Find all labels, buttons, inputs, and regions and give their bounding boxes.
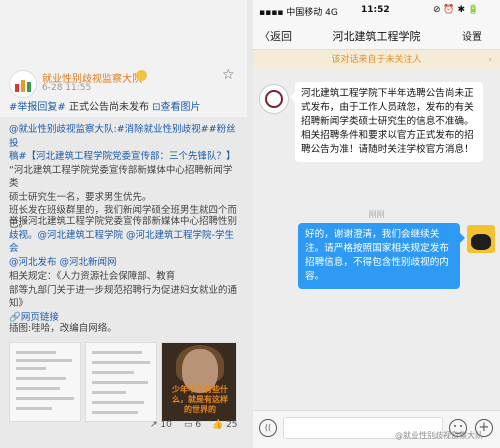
post-actions: ↗ 10 ▭ 6 👍 25 <box>150 420 247 434</box>
time-divider: 刚刚 <box>368 210 385 219</box>
status-bar: ▪▪▪▪ 中国移动 4G 11:52 ⊘ ⏰ ✱ 🔋 <box>253 0 500 20</box>
star-icon[interactable]: ☆ <box>222 67 235 83</box>
repost-button[interactable]: ↗ 10 <box>150 420 172 430</box>
portrait-overlay-text: 少年不了有些什么，就是有这样的世界的 <box>172 385 228 414</box>
nav-bar: 河北建筑工程学院 〈返回 设置 <box>253 20 500 50</box>
post-time: 6-28 11:55 <box>42 83 92 93</box>
screenshot-thumbnail[interactable] <box>85 342 157 422</box>
repost-line: 硕士研究生一名，要求男生优先。 <box>9 191 152 203</box>
clock: 11:52 <box>361 5 390 15</box>
report-line[interactable]: @河北发布 @河北新闻网 <box>9 256 241 270</box>
avatar-figure <box>471 234 491 250</box>
outgoing-message[interactable]: 好的，谢谢澄清，我们会继续关注。请严格按照国家相关规定发布招聘信息，不得包含性别… <box>298 223 465 289</box>
law-line: 知》 <box>9 298 29 309</box>
repost-line: “河北建筑工程学院党委宣传部新媒体中心招聘新闻学类 <box>9 164 233 190</box>
settings-button[interactable]: 设置 <box>462 28 482 43</box>
emoji-badge-icon <box>136 70 147 81</box>
screenshot-thumbnail[interactable] <box>9 342 81 422</box>
my-avatar[interactable] <box>467 225 495 253</box>
school-emblem-icon <box>265 90 283 108</box>
incoming-message[interactable]: 河北建筑工程学院下半年选聘公告尚未正式发布，由于工作人员疏忽，发布的有关招聘新闻… <box>290 82 483 162</box>
back-button[interactable]: 〈返回 <box>259 28 292 44</box>
caption: 插图:哇哈，改编自网络。 <box>9 323 117 334</box>
warning-text: 该对话来自于未关注人 <box>331 55 422 65</box>
stranger-warning-bar[interactable]: 该对话来自于未关注人 › <box>253 50 500 70</box>
repost-line[interactable]: @就业性别歧视监察大队:#消除就业性别歧视##粉丝投 <box>9 123 241 150</box>
carrier-label: ▪▪▪▪ 中国移动 4G <box>259 8 338 18</box>
post-title: #举报回复# 正式公告尚未发布 ⊡查看图片 <box>9 101 239 115</box>
law-paragraph: 相关规定：《人力资源社会保障部、教育 部等九部门关于进一步规范招聘行为促进妇女就… <box>9 270 241 324</box>
input-bar: (( + <box>253 410 500 448</box>
image-thumbnails: 少年不了有些什么，就是有这样的世界的 <box>9 342 237 422</box>
repost-line[interactable]: 稿#【河北建筑工程学院党委宣传部：三个先锋队？】 <box>9 150 241 164</box>
report-line: 举报河北建筑工程学院党委宣传部新媒体中心招聘性别 <box>9 216 238 227</box>
law-line: 部等九部门关于进一步规范招聘行为促进妇女就业的通 <box>9 284 238 296</box>
watermark: @就业性别歧视监察大队 <box>395 431 483 440</box>
official-account-avatar[interactable] <box>259 84 289 114</box>
report-paragraph: 举报河北建筑工程学院党委宣传部新媒体中心招聘性别 歧视。@河北建筑工程学院 @河… <box>9 215 241 269</box>
portrait-thumbnail[interactable]: 少年不了有些什么，就是有这样的世界的 <box>161 342 237 422</box>
law-line: 相关规定：《人力资源社会保障部、教育 <box>9 271 176 282</box>
hashtag-link[interactable]: #举报回复# <box>9 102 66 113</box>
user-avatar[interactable] <box>9 70 37 98</box>
like-button[interactable]: 👍 25 <box>212 420 238 430</box>
comment-button[interactable]: ▭ 6 <box>184 420 201 430</box>
chevron-right-icon: › <box>488 55 492 65</box>
repost-card[interactable]: @就业性别歧视监察大队:#消除就业性别歧视##粉丝投 稿#【河北建筑工程学院党委… <box>0 117 247 448</box>
status-icons: ⊘ ⏰ ✱ 🔋 <box>433 5 480 15</box>
post-title-text: 正式公告尚未发布 <box>65 102 153 113</box>
wechat-chat-panel: ▪▪▪▪ 中国移动 4G 11:52 ⊘ ⏰ ✱ 🔋 河北建筑工程学院 〈返回 … <box>253 0 500 448</box>
view-image-link[interactable]: ⊡查看图片 <box>152 102 200 113</box>
weibo-post-panel: 就业性别歧视监察大队 6-28 11:55 ☆ #举报回复# 正式公告尚未发布 … <box>0 0 247 448</box>
voice-icon[interactable]: (( <box>259 419 277 437</box>
report-line[interactable]: 歧视。@河北建筑工程学院 @河北建筑工程学院-学生会 <box>9 229 241 256</box>
